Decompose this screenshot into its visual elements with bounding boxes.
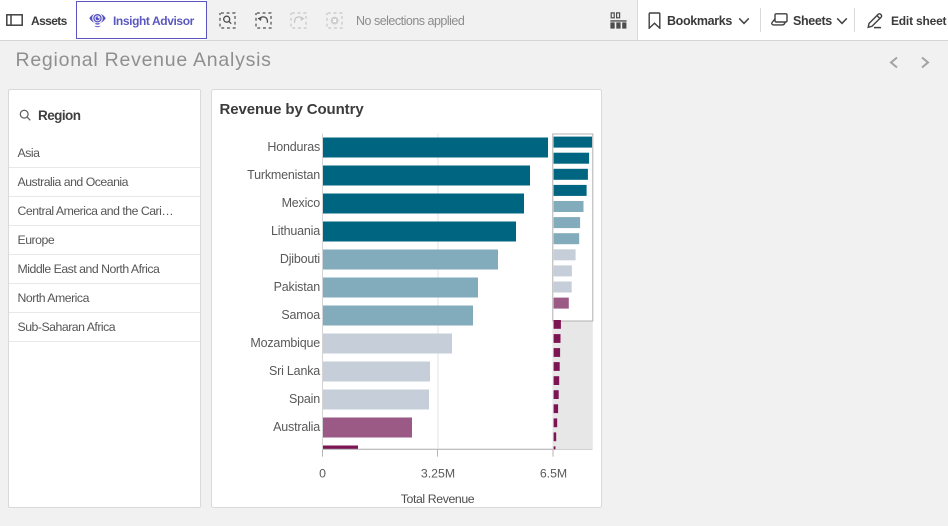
svg-text:Lithuania: Lithuania bbox=[271, 224, 320, 238]
svg-text:Spain: Spain bbox=[289, 392, 320, 406]
svg-text:Samoa: Samoa bbox=[281, 308, 320, 322]
svg-text:Djibouti: Djibouti bbox=[280, 252, 320, 266]
svg-text:Revenue by Country: Revenue by Country bbox=[220, 101, 365, 118]
svg-text:Total Revenue: Total Revenue bbox=[401, 492, 475, 506]
svg-text:6.5M: 6.5M bbox=[540, 467, 567, 481]
svg-text:3.25M: 3.25M bbox=[421, 467, 455, 481]
svg-text:Pakistan: Pakistan bbox=[274, 280, 321, 294]
svg-text:Mexico: Mexico bbox=[282, 196, 321, 210]
svg-text:Australia: Australia bbox=[273, 420, 320, 434]
svg-text:Mozambique: Mozambique bbox=[250, 336, 320, 350]
svg-text:Honduras: Honduras bbox=[267, 140, 320, 154]
svg-text:Turkmenistan: Turkmenistan bbox=[247, 168, 320, 182]
svg-text:Sri Lanka: Sri Lanka bbox=[269, 364, 320, 378]
svg-text:0: 0 bbox=[319, 467, 326, 481]
